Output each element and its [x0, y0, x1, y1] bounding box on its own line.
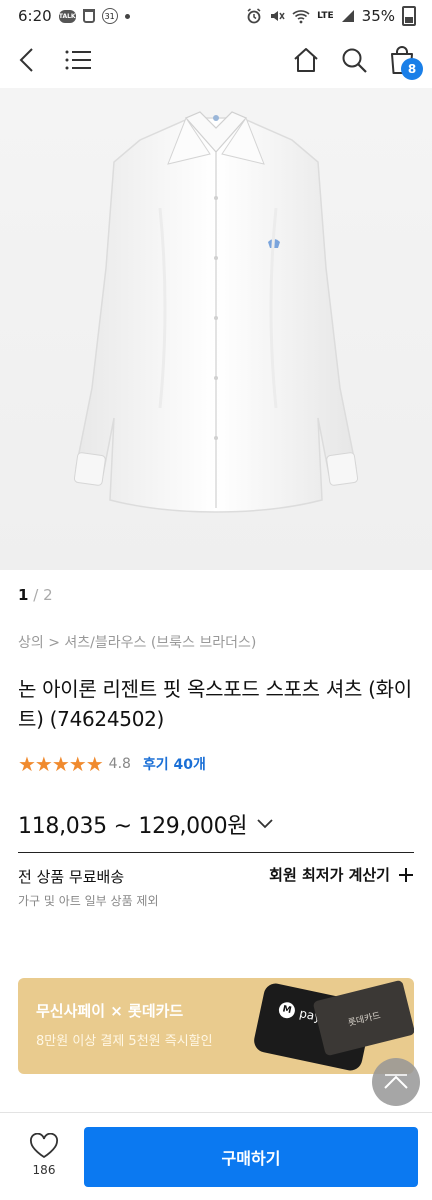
mute-icon [271, 11, 285, 21]
price-selector[interactable]: 118,035 ~ 129,000원 [18, 808, 273, 840]
chat-notification-icon: TALK [58, 9, 76, 23]
rating-value: 4.8 [108, 756, 131, 772]
divider [18, 852, 414, 853]
image-counter: 1 / 2 [18, 586, 53, 604]
promo-banner[interactable]: 무신사페이 × 롯데카드 8만원 이상 결제 5천원 즉시할인 M pay 롯데… [18, 978, 414, 1074]
heart-icon [30, 1133, 58, 1159]
promo-title: 무신사페이 × 롯데카드 [36, 1002, 184, 1020]
status-time: 6:20 [18, 7, 52, 25]
pay-logo-icon: M [277, 1000, 297, 1020]
product-image[interactable] [0, 88, 432, 570]
search-icon [342, 48, 367, 73]
top-nav: 8 [0, 32, 432, 88]
cart-button[interactable]: 8 [384, 42, 423, 80]
shirt-image [73, 111, 359, 513]
battery-percent: 35% [361, 7, 395, 25]
battery-icon [402, 6, 416, 26]
status-bar: 6:20 TALK 31 LTE 35% [0, 0, 432, 32]
scroll-top-button[interactable] [372, 1058, 420, 1106]
breadcrumb[interactable]: 상의 > 셔츠/블라우스 (브룩스 브라더스) [18, 632, 256, 652]
bottom-bar: 186 구매하기 [0, 1112, 432, 1200]
menu-icon [65, 50, 91, 70]
alarm-icon [247, 8, 261, 24]
promo-subtitle: 8만원 이상 결제 5천원 즉시할인 [36, 1034, 213, 1049]
calendar-notification-icon: 31 [101, 8, 118, 24]
price: 118,035 ~ 129,000원 [18, 814, 248, 839]
like-count: 186 [32, 1163, 56, 1177]
product-title: 논 아이론 리젠트 핏 옥스포드 스포츠 셔츠 (화이트) (74624502) [18, 677, 412, 731]
card-illustration: 롯데카드 [312, 979, 414, 1057]
image-total: 2 [43, 586, 53, 604]
more-notifications-icon [124, 13, 130, 19]
wifi-icon [292, 10, 310, 24]
search-button[interactable] [336, 42, 372, 78]
plus-icon [399, 867, 413, 882]
reviews-link[interactable]: 후기 40개 [143, 754, 206, 774]
back-icon [19, 48, 33, 72]
home-button[interactable] [288, 42, 324, 78]
image-current: 1 [18, 586, 29, 604]
menu-button[interactable] [60, 42, 96, 78]
buy-button[interactable]: 구매하기 [84, 1127, 418, 1187]
status-right: LTE 35% [246, 6, 416, 26]
image-separator: / [33, 586, 39, 604]
shipping-label: 전 상품 무료배송 [18, 868, 125, 886]
app-notification-icon [82, 9, 95, 23]
back-button[interactable] [10, 42, 46, 78]
status-left: 6:20 TALK 31 [18, 7, 130, 25]
price-calculator-button[interactable]: 회원 최저가 계산기 [269, 864, 414, 885]
rating-stars: ★★★★★ [18, 752, 104, 776]
chevron-down-icon [257, 819, 273, 829]
price-calculator-label: 회원 최저가 계산기 [269, 866, 390, 884]
network-type: LTE [317, 11, 334, 21]
shipping-note: 가구 및 아트 일부 상품 제외 [18, 894, 159, 908]
chevron-up-icon [384, 1074, 408, 1089]
cart-count-badge: 8 [401, 58, 423, 80]
like-button[interactable]: 186 [26, 1133, 62, 1177]
home-icon [294, 48, 318, 72]
signal-icon [341, 10, 354, 22]
rating-row: ★★★★★ 4.8 후기 40개 [18, 752, 206, 776]
